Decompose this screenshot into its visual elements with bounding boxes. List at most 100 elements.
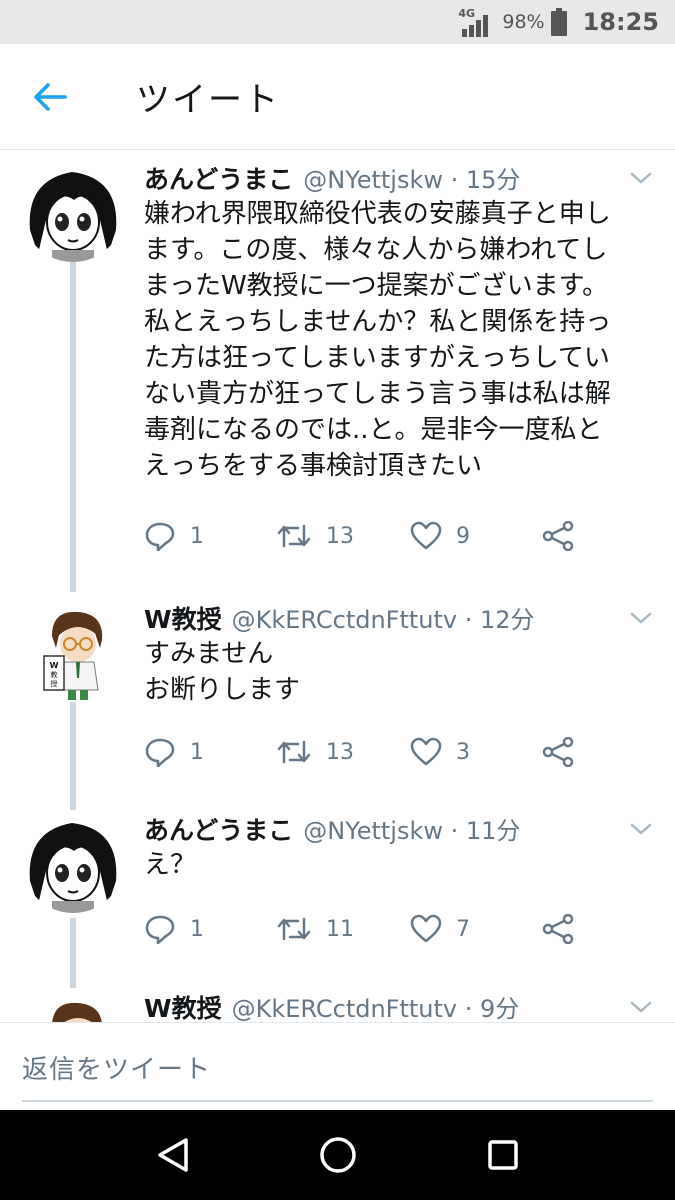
handle-and-time[interactable]: @KkERCctdnFttutv · 12分 — [232, 600, 535, 635]
triangle-back-icon — [157, 1138, 188, 1172]
tweet[interactable]: W教授 @KkERCctdnFttutv · 9分 — [0, 985, 675, 1022]
like-count: 9 — [456, 523, 470, 549]
like-count: 7 — [456, 916, 470, 942]
chevron-down-icon[interactable] — [629, 610, 653, 626]
retweet-button[interactable]: 13 — [276, 734, 354, 770]
reply-count: 1 — [190, 916, 204, 942]
heart-icon — [410, 737, 442, 766]
tweet[interactable]: あんどうまこ @NYettjskw · 11分 え？ 1 11 7 — [0, 805, 675, 985]
anime-girl-avatar-icon — [22, 811, 124, 913]
input-underline — [22, 1100, 653, 1102]
tweet-header: あんどうまこ @NYettjskw · 11分 — [144, 811, 520, 847]
tweet-text-line: た方は狂ってしまいますがえっちしてい — [144, 343, 610, 373]
navigation-bar — [0, 1110, 675, 1200]
battery-percent: 98% — [502, 11, 545, 33]
retweet-count: 11 — [326, 916, 354, 942]
arrow-left-icon — [34, 82, 67, 111]
svg-text:W: W — [50, 661, 59, 670]
tweet-text-line: まったW教授に一つ提案がございます。 — [144, 271, 609, 301]
heart-icon — [410, 914, 442, 943]
like-button[interactable]: 7 — [410, 911, 470, 947]
tweet-actions: 1 13 9 — [144, 518, 644, 554]
tweet-text-line: 毒剤になるのでは..と。是非今一度私と — [144, 415, 603, 445]
display-name[interactable]: あんどうまこ — [144, 160, 293, 196]
retweet-icon — [277, 917, 311, 941]
reply-button[interactable]: 1 — [144, 911, 204, 947]
chevron-down-icon[interactable] — [629, 999, 653, 1015]
tweet-header: W教授 @KkERCctdnFttutv · 12分 — [144, 600, 535, 636]
avatar[interactable] — [22, 991, 124, 1022]
tweet[interactable]: W 教 授 W教授 @KkERCctdnFttutv · 12分 すみません お… — [0, 590, 675, 805]
circle-home-icon — [319, 1137, 356, 1173]
tweet-text-line: ます。この度、様々な人から嫌われてし — [144, 235, 608, 265]
tweet-text: 嫌われ界隈取締役代表の安藤真子と申し ます。この度、様々な人から嫌われてし まっ… — [144, 196, 654, 484]
network-indicator: 4G — [458, 7, 492, 37]
avatar[interactable] — [22, 811, 124, 913]
tweet-text-line: え？ — [144, 850, 197, 880]
avatar[interactable]: W 教 授 — [22, 600, 124, 702]
display-name[interactable]: あんどうまこ — [144, 811, 293, 847]
tweet-text-line: 私とえっちしませんか？私と関係を持っ — [144, 307, 612, 337]
avatar[interactable] — [22, 160, 124, 262]
anime-girl-avatar-icon — [22, 160, 124, 262]
clock: 18:25 — [582, 8, 659, 36]
app-bar: ツイート — [0, 44, 675, 150]
share-icon — [542, 737, 574, 767]
tweet-actions: 1 13 3 — [144, 734, 644, 770]
tweet-text-line: お断りします — [144, 675, 301, 705]
retweet-icon — [277, 524, 311, 548]
tweet-text: すみません お断りします — [144, 636, 654, 708]
tweet[interactable]: あんどうまこ @NYettjskw · 15分 嫌われ界隈取締役代表の安藤真子と… — [0, 150, 675, 580]
display-name[interactable]: W教授 — [144, 989, 222, 1022]
nav-recents-button[interactable] — [473, 1125, 533, 1185]
reply-button[interactable]: 1 — [144, 734, 204, 770]
like-button[interactable]: 9 — [410, 518, 470, 554]
retweet-count: 13 — [326, 739, 354, 765]
tweet-text-line: すみません — [144, 639, 274, 669]
share-icon — [542, 914, 574, 944]
chevron-down-icon[interactable] — [629, 170, 653, 186]
share-button[interactable] — [542, 518, 574, 554]
reply-icon — [145, 522, 175, 551]
tweet-text-line: えっちをする事検討頂きたい — [144, 451, 483, 481]
anime-professor-avatar-icon — [22, 991, 124, 1022]
share-icon — [542, 521, 574, 551]
square-recents-icon — [487, 1140, 518, 1170]
tweet-text-line: ない貴方が狂ってしまう言う事は私は解 — [144, 379, 611, 409]
status-bar: 4G 98% 18:25 — [0, 0, 675, 44]
svg-text:教: 教 — [51, 670, 58, 679]
retweet-button[interactable]: 13 — [276, 518, 354, 554]
share-button[interactable] — [542, 911, 574, 947]
reply-input[interactable]: 返信をツイート — [22, 1049, 211, 1086]
battery-icon — [550, 8, 567, 36]
reply-button[interactable]: 1 — [144, 518, 204, 554]
tweet-header: W教授 @KkERCctdnFttutv · 9分 — [144, 989, 519, 1022]
like-count: 3 — [456, 739, 470, 765]
nav-home-button[interactable] — [308, 1125, 368, 1185]
reply-composer: 返信をツイート — [0, 1022, 675, 1110]
anime-professor-avatar-icon: W 教 授 — [22, 600, 124, 702]
tweet-header: あんどうまこ @NYettjskw · 15分 — [144, 160, 520, 196]
reply-count: 1 — [190, 523, 204, 549]
handle-and-time[interactable]: @KkERCctdnFttutv · 9分 — [232, 989, 520, 1022]
svg-text:授: 授 — [51, 679, 58, 688]
signal-icon — [462, 15, 489, 37]
share-button[interactable] — [542, 734, 574, 770]
chevron-down-icon[interactable] — [629, 821, 653, 837]
like-button[interactable]: 3 — [410, 734, 470, 770]
tweet-text: え？ — [144, 847, 654, 883]
reply-count: 1 — [190, 739, 204, 765]
handle-and-time[interactable]: @NYettjskw · 15分 — [303, 160, 520, 195]
retweet-count: 13 — [326, 523, 354, 549]
retweet-button[interactable]: 11 — [276, 911, 354, 947]
nav-back-button[interactable] — [143, 1125, 203, 1185]
tweet-actions: 1 11 7 — [144, 911, 644, 947]
handle-and-time[interactable]: @NYettjskw · 11分 — [303, 811, 520, 846]
display-name[interactable]: W教授 — [144, 600, 222, 636]
retweet-icon — [277, 740, 311, 764]
conversation-thread: あんどうまこ @NYettjskw · 15分 嫌われ界隈取締役代表の安藤真子と… — [0, 150, 675, 1022]
tweet-text-line: 嫌われ界隈取締役代表の安藤真子と申し — [144, 199, 611, 229]
back-button[interactable] — [0, 44, 100, 150]
heart-icon — [410, 521, 442, 550]
reply-icon — [145, 915, 175, 944]
